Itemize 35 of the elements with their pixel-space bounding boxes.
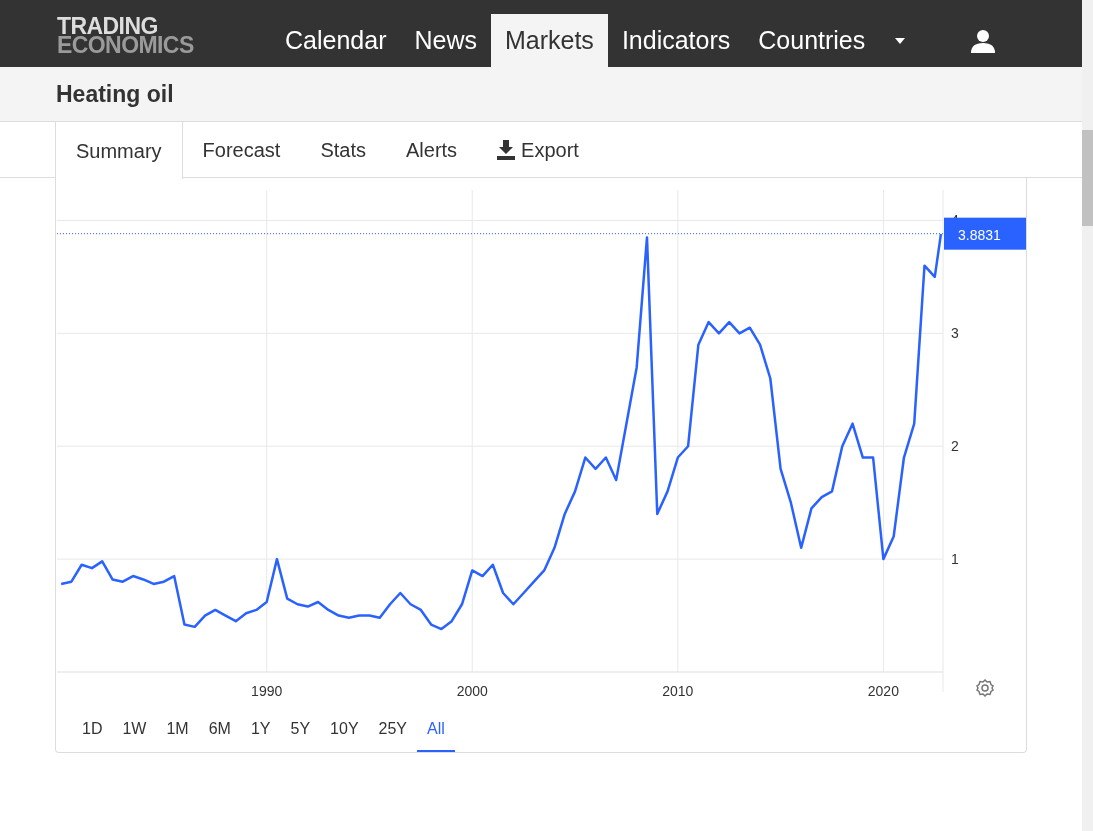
range-button[interactable]: 1Y bbox=[240, 708, 281, 752]
caret-icon[interactable] bbox=[895, 37, 906, 44]
x-tick-label: 2000 bbox=[456, 683, 488, 699]
range-button[interactable]: All bbox=[417, 708, 455, 752]
range-button[interactable]: 1D bbox=[72, 708, 113, 752]
tab[interactable]: Forecast bbox=[182, 122, 301, 177]
nav-link[interactable]: Calendar bbox=[271, 14, 401, 67]
page-title: Heating oil bbox=[56, 79, 174, 109]
nav-link[interactable]: Countries bbox=[744, 14, 880, 67]
range-button[interactable]: 25Y bbox=[368, 708, 417, 752]
range-button[interactable]: 1M bbox=[156, 708, 199, 752]
tab[interactable]: Stats bbox=[300, 122, 386, 177]
x-tick-label: 2020 bbox=[867, 683, 899, 699]
ref-line-label: 3.8831 bbox=[958, 226, 1002, 243]
nav-link[interactable]: Markets bbox=[490, 14, 608, 67]
nav-link[interactable]: News bbox=[400, 14, 491, 67]
range-button[interactable]: 5Y bbox=[280, 708, 321, 752]
y-tick-label: 3 bbox=[951, 325, 959, 342]
tab[interactable]: Alerts bbox=[385, 122, 478, 177]
y-tick-label: 1 bbox=[951, 551, 959, 568]
range-button[interactable]: 6M bbox=[198, 708, 241, 752]
scrollbar[interactable] bbox=[1082, 0, 1093, 831]
range-button[interactable]: 10Y bbox=[320, 708, 369, 752]
download-icon bbox=[497, 139, 516, 160]
nav-link[interactable]: Indicators bbox=[607, 14, 745, 67]
export-button[interactable]: Export bbox=[477, 122, 599, 177]
last-price-label: 3.8831 bbox=[944, 217, 1026, 250]
user-icon[interactable] bbox=[971, 28, 996, 53]
settings-icon[interactable] bbox=[976, 678, 994, 698]
tab[interactable]: Summary bbox=[55, 122, 183, 179]
x-tick-label: 1990 bbox=[251, 683, 283, 699]
range-button[interactable]: 1W bbox=[112, 708, 157, 752]
x-tick-label: 2010 bbox=[662, 683, 694, 699]
logo[interactable]: TRADING ECONOMICS bbox=[57, 16, 247, 55]
y-tick-label: 2 bbox=[951, 438, 959, 455]
